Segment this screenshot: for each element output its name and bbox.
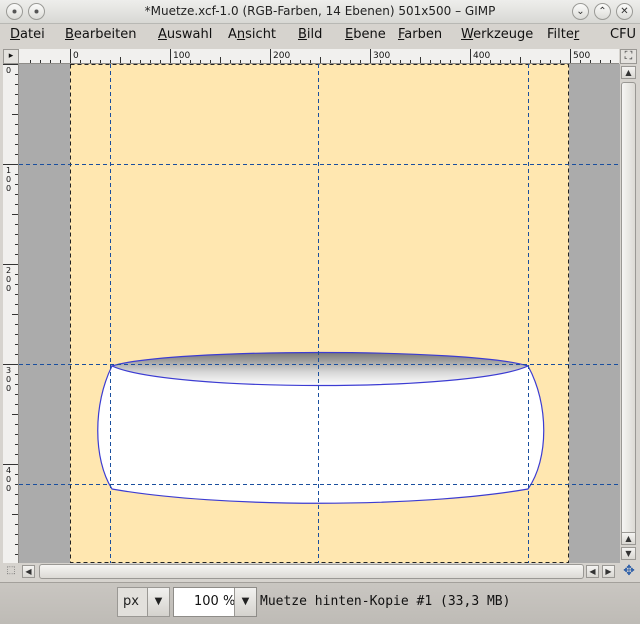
- menu-bild[interactable]: Bild: [298, 27, 322, 42]
- ruler-label: 500: [573, 51, 590, 61]
- ruler-label: 300: [373, 51, 390, 61]
- ruler-label: 100: [173, 51, 190, 61]
- close-button[interactable]: ✕: [616, 3, 633, 20]
- menu-label: Ebene: [345, 27, 386, 42]
- ruler-label: 0: [6, 275, 11, 284]
- scroll-up-button-2[interactable]: ▲: [621, 532, 636, 545]
- menu-label: Farben: [398, 27, 443, 42]
- scroll-left-button-2[interactable]: ◀: [586, 565, 599, 578]
- zoom-to-fit-icon[interactable]: ⛶: [620, 49, 637, 64]
- scroll-right-button[interactable]: ▶: [602, 565, 615, 578]
- ruler-label: 400: [473, 51, 490, 61]
- canvas-drawing[interactable]: [19, 64, 620, 563]
- menu-auswahl[interactable]: Auswahl: [158, 27, 212, 42]
- ruler-label: 0: [73, 51, 79, 61]
- ruler-label: 0: [6, 375, 11, 384]
- status-message: Muetze hinten-Kopie #1 (33,3 MB): [260, 594, 511, 609]
- ruler-label: 200: [273, 51, 290, 61]
- ruler-label: 4: [6, 466, 11, 475]
- ruler-label: 3: [6, 366, 11, 375]
- vertical-scrollbar[interactable]: ▲ ▲ ▼: [620, 64, 637, 563]
- menu-filter[interactable]: Filter: [547, 27, 579, 42]
- menu-label: Werkzeuge: [461, 27, 534, 42]
- ruler-label: 0: [6, 475, 11, 484]
- ruler-label: 0: [6, 184, 11, 193]
- horizontal-scrollbar[interactable]: ◀ ◀ ▶: [19, 563, 620, 580]
- unit-value: px: [123, 594, 139, 609]
- menubar: Datei Bearbeiten Auswahl Ansicht Bild Eb…: [0, 24, 640, 46]
- menu-werkzeuge[interactable]: Werkzeuge: [461, 27, 533, 42]
- horizontal-ruler-ticks: 0 100 200 300 400 500: [30, 49, 611, 63]
- menu-ansicht[interactable]: Ansicht: [228, 27, 276, 42]
- menu-label: Bild: [298, 27, 323, 42]
- menu-farben[interactable]: Farben: [398, 27, 442, 42]
- zoom-value[interactable]: 100 %: [194, 594, 235, 609]
- navigate-icon[interactable]: ✥: [620, 563, 638, 580]
- ruler-label: 0: [6, 175, 11, 184]
- chevron-down-icon[interactable]: ▼: [147, 588, 169, 616]
- menu-datei[interactable]: Datei: [10, 27, 45, 42]
- quick-mask-icon[interactable]: ⬚: [3, 563, 19, 580]
- window-titlebar[interactable]: *Muetze.xcf-1.0 (RGB-Farben, 14 Ebenen) …: [0, 0, 640, 24]
- menu-label: Filter: [547, 27, 580, 42]
- zoom-selector[interactable]: 100 % ▼: [173, 587, 257, 617]
- window-title: *Muetze.xcf-1.0 (RGB-Farben, 14 Ebenen) …: [144, 4, 496, 18]
- ruler-label: 0: [6, 284, 11, 293]
- vertical-ruler[interactable]: 0100200300400: [3, 64, 19, 563]
- ruler-label: 2: [6, 266, 11, 275]
- minimize-button[interactable]: ⌄: [572, 3, 589, 20]
- menu-bearbeiten[interactable]: Bearbeiten: [65, 27, 136, 42]
- menu-label: Auswahl: [158, 27, 213, 42]
- ruler-label: 0: [6, 384, 11, 393]
- vertical-scroll-thumb[interactable]: [621, 82, 636, 544]
- ruler-label: 1: [6, 166, 11, 175]
- maximize-button[interactable]: ⌃: [594, 3, 611, 20]
- menu-arrow-icon: ▸: [8, 51, 14, 61]
- menu-label: Ansicht: [228, 27, 277, 42]
- image-canvas[interactable]: [19, 64, 620, 563]
- hat-band-shape: [97, 365, 545, 504]
- statusbar: px ▼ 100 % ▼ Muetze hinten-Kopie #1 (33,…: [0, 582, 640, 624]
- menu-label: Datei: [10, 27, 45, 42]
- menu-cfu[interactable]: CFU: [610, 27, 636, 42]
- ruler-label: 0: [6, 66, 11, 75]
- scroll-down-button[interactable]: ▼: [621, 547, 636, 560]
- ruler-label: 0: [6, 484, 11, 493]
- horizontal-ruler[interactable]: 0 100 200 300 400 500: [19, 49, 619, 64]
- scroll-left-button[interactable]: ◀: [22, 565, 35, 578]
- vertical-ruler-ticks: 0100200300400: [3, 64, 18, 555]
- scroll-up-button[interactable]: ▲: [621, 66, 636, 79]
- menu-label: Bearbeiten: [65, 27, 137, 42]
- ruler-menu-button[interactable]: ▸: [3, 49, 19, 64]
- unit-selector[interactable]: px ▼: [117, 587, 170, 617]
- menu-label: CFU: [610, 27, 637, 42]
- chevron-down-icon[interactable]: ▼: [234, 588, 256, 616]
- menu-ebene[interactable]: Ebene: [345, 27, 386, 42]
- horizontal-scroll-thumb[interactable]: [39, 564, 584, 579]
